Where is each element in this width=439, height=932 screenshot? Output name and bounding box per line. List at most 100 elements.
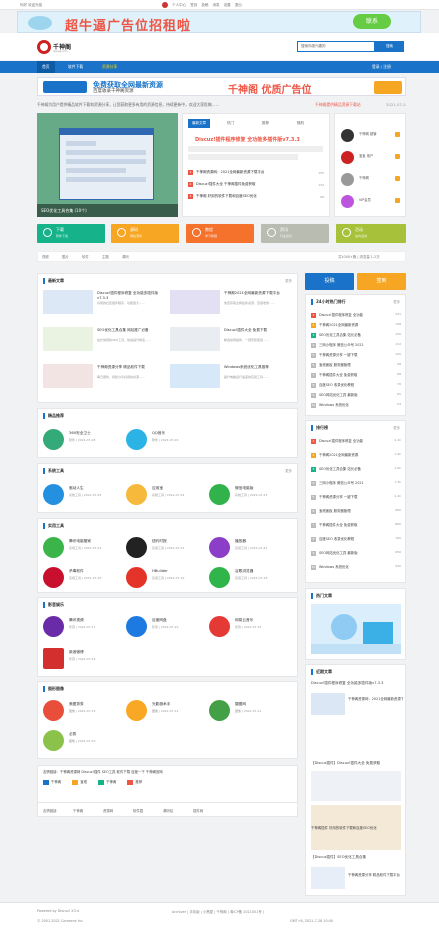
friend-link[interactable]: 软件园	[133, 808, 143, 813]
user-name[interactable]: 千神阁 超管	[359, 131, 377, 136]
app-item[interactable]: 新浪微博 影音 | 2021-07-14	[43, 646, 125, 670]
sign-button[interactable]: 签到	[357, 273, 406, 290]
link-sign[interactable]: 签到	[190, 3, 197, 7]
list-item[interactable]: 1 千神阁资源网：2021全网最新资源下载平台	[188, 170, 264, 175]
link-row[interactable]: 友情链接：千神阁资源网 Discuz!插件 SEO工具 软件下载 百度一下 千神…	[43, 769, 163, 774]
notice-text[interactable]: 千神阁为用户提供精品软件下载和资源分享，让您获取更多有用的资源信息，持续更新中，…	[37, 102, 219, 107]
cat-activity[interactable]: 活动 站内活动	[336, 224, 406, 243]
list-item[interactable]: 2 千神阁2021全网最新资源 198	[311, 322, 401, 328]
app-item[interactable]: 腾讯电脑管家 实用工具 | 2021-07-22	[43, 535, 125, 559]
avatar[interactable]	[341, 151, 354, 164]
link-post[interactable]: 投稿	[201, 3, 208, 7]
list-item[interactable]: 千神阁插件 好用的软件下载和百度SEO优化	[311, 825, 403, 833]
tab-hot[interactable]: 热门	[223, 119, 238, 128]
more-link[interactable]: 更多	[393, 299, 400, 304]
link-logout[interactable]: 退出	[235, 3, 242, 7]
article-item[interactable]: Discuz!插件程序修复 全功能多插件版v7.3.3 好用的社区插件程序，功能强…	[43, 290, 167, 314]
app-item[interactable]: 杀毒软件 实用工具 | 2021-07-20	[43, 565, 125, 589]
more-link[interactable]: 更多	[285, 468, 292, 473]
app-item[interactable]: 驱动人生 系统工具 | 2021-07-25	[43, 482, 125, 506]
tab-random[interactable]: 随机	[293, 119, 308, 128]
avatar[interactable]	[341, 173, 354, 186]
friend-link[interactable]: 千神阁	[73, 808, 83, 813]
app-item[interactable]: QQ音乐 软件 | 2021-07-26	[126, 427, 208, 451]
article-item[interactable]: Discuz!插件大全 免费下载 精选常用插件，一键安装使用……	[170, 327, 294, 351]
tool-video[interactable]: 视频	[42, 252, 49, 263]
slider[interactable]: SEO优化工具合集 (10个)	[37, 113, 178, 217]
article-item[interactable]: 千神阁资源分享 精品软件下载 每日更新，持续分享好用的资源……	[43, 364, 167, 388]
list-item[interactable]: 【Discuz插件】SEO优化工具合集	[311, 855, 403, 863]
list-item[interactable]: 7 千神阁插件大全 免费获取 88	[311, 372, 401, 378]
list-item[interactable]: 3 千神阁 好用的软件下载和百度SEO优化	[188, 194, 257, 199]
list-item[interactable]: 6 宝塔面板 服务器管理 980	[311, 508, 401, 514]
list-item[interactable]: 4 三网小程序 微信公众号 2021 1.3k	[311, 480, 401, 486]
list-item[interactable]: 5 千神阁资源分享 一键下载 1.2k	[311, 494, 401, 500]
tab-recommend[interactable]: 推荐	[258, 119, 273, 128]
list-item[interactable]: 10 Windows 系统优化 540	[311, 564, 401, 570]
feature-image[interactable]	[311, 604, 401, 654]
search-input[interactable]: 搜索你感兴趣的	[297, 41, 375, 52]
ad-contact-button[interactable]: 联系	[353, 14, 391, 29]
app-item[interactable]: 谷歌浏览器 实用工具 | 2021-07-18	[209, 565, 291, 589]
list-item[interactable]: 2 千神阁2021全网最新资源 1.9k	[311, 452, 401, 458]
app-item[interactable]: 应用宝 系统工具 | 2021-07-24	[126, 482, 208, 506]
app-item[interactable]: 360安全卫士 软件 | 2021-07-28	[43, 427, 125, 451]
user-name[interactable]: 千神阁	[359, 175, 369, 180]
link-profile[interactable]: 个人中心	[172, 3, 186, 7]
app-item[interactable]: 微信电脑版 系统工具 | 2021-07-23	[209, 482, 291, 506]
banner-ad[interactable]: 免费获取全网最新资源 百度收录干神阁资源 千神阁 优质广告位	[37, 77, 406, 96]
cat-tutorial[interactable]: 教程 学习教程	[186, 224, 254, 243]
footer-powered[interactable]: Powered by Discuz! X3.4	[37, 909, 79, 913]
tool-image[interactable]: 图片	[62, 252, 69, 263]
friend-link[interactable]: 资源网	[103, 808, 113, 813]
search-button[interactable]: 搜索	[375, 41, 404, 52]
nav-resources[interactable]: 资源分享	[102, 61, 117, 73]
more-link[interactable]: 更多	[393, 425, 400, 430]
list-item[interactable]: 8 百度SEO 收录优化教程 76	[311, 382, 401, 388]
nav-login[interactable]: 登录 / 注册	[372, 61, 391, 73]
app-item[interactable]: 播放器 实用工具 | 2021-07-21	[209, 535, 291, 559]
cat-source[interactable]: 源码 网站源码	[111, 224, 179, 243]
list-item[interactable]: 5 千神阁资源分享 一键下载 120	[311, 352, 401, 358]
app-item[interactable]: HBuilder 实用工具 | 2021-07-19	[126, 565, 208, 589]
tabs-headline[interactable]: Discuz!插件程序修复 全功能多插件版v7.3.3	[195, 136, 300, 143]
article-item[interactable]: SEO优化工具合集 网站推广必备 站长常用的SEO工具，快速提升排名……	[43, 327, 167, 351]
app-item[interactable]: 光影魔术手 图像 | 2021-07-12	[126, 698, 208, 722]
list-item[interactable]: 1 Discuz!插件程序修复 全功能 231	[311, 312, 401, 318]
tool-source[interactable]: 源码	[122, 252, 129, 263]
list-item[interactable]: 7 千神阁插件大全 免费获取 880	[311, 522, 401, 528]
list-item[interactable]: 千神阁资源分享 精品软件下载平台	[348, 872, 403, 878]
list-item[interactable]: 8 百度SEO 收录优化教程 760	[311, 536, 401, 542]
user-name[interactable]: 宝宝 用户	[359, 153, 373, 158]
app-item[interactable]: 必剪 图像 | 2021-07-10	[43, 728, 125, 752]
footer-links[interactable]: Archiver | 手机版 | 小黑屋 | 千神阁 ( 粤ICP备 20210…	[172, 909, 264, 914]
app-item[interactable]: 摄图网 图像 | 2021-07-11	[209, 698, 291, 722]
app-item[interactable]: 网易云音乐 影音 | 2021-07-15	[209, 614, 291, 638]
tool-software[interactable]: 软件	[82, 252, 89, 263]
list-item[interactable]: 9 SEO网站优化工具 最新版 65	[311, 392, 401, 398]
link-msg[interactable]: 消息	[213, 3, 220, 7]
list-item[interactable]: 【Discuz插件】Discuz!插件大全 免费获取	[311, 761, 403, 769]
user-name[interactable]: VIP会员	[359, 197, 371, 202]
list-item[interactable]: 3 SEO优化工具合集 站长必备 156	[311, 332, 401, 338]
cat-download[interactable]: 下载 软件下载	[37, 224, 105, 243]
site-logo-icon[interactable]	[37, 40, 51, 54]
cat-news[interactable]: 资讯 行业资讯	[261, 224, 329, 243]
friend-link[interactable]: 插件网	[193, 808, 203, 813]
app-item[interactable]: 纽约时报 实用工具 | 2021-07-22	[126, 535, 208, 559]
article-item[interactable]: 千神阁2021全网最新资源下载平台 免费获取全网最新资源，百度收录……	[170, 290, 294, 314]
list-item[interactable]: 2 Discuz!插件大全 千神阁插件免费获取	[188, 182, 256, 187]
list-item[interactable]: 10 Windows 系统优化 54	[311, 402, 401, 408]
list-item[interactable]: 3 SEO优化工具合集 站长必备 1.6k	[311, 466, 401, 472]
avatar[interactable]	[341, 129, 354, 142]
more-link[interactable]: 更多	[285, 278, 292, 283]
list-item[interactable]: 千神阁资源网：2021全网最新资源下载平台	[348, 696, 403, 702]
list-item[interactable]: 9 SEO网站优化工具 最新版 650	[311, 550, 401, 556]
avatar[interactable]	[341, 195, 354, 208]
list-item[interactable]: 4 三网小程序 微信公众号 2021 132	[311, 342, 401, 348]
post-button[interactable]: 投稿	[305, 273, 354, 290]
tool-theme[interactable]: 主题	[102, 252, 109, 263]
link-settings[interactable]: 设置	[224, 3, 231, 7]
app-item[interactable]: 百度网盘 影音 | 2021-07-16	[126, 614, 208, 638]
notice-red[interactable]: 千神阁提供精品资源下载站	[315, 100, 361, 109]
